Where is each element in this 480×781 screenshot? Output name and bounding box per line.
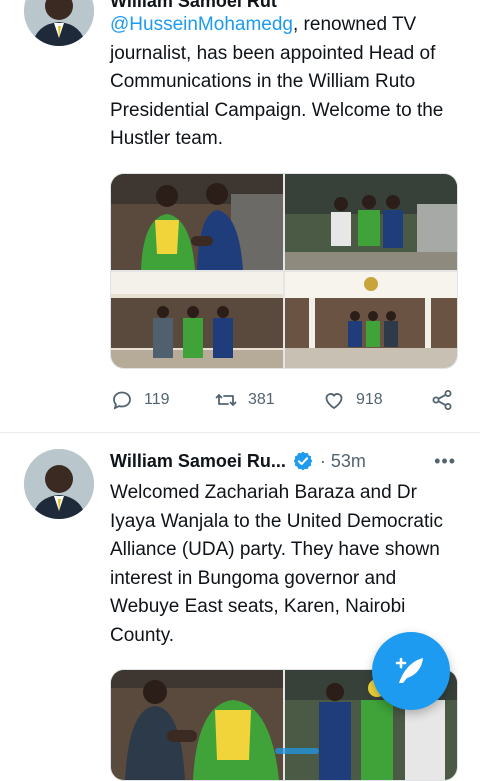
like-count: 918 [356,391,383,408]
compose-tweet-button[interactable] [372,632,450,710]
like-icon [325,393,343,410]
tweet-time[interactable]: · 53m [320,451,366,472]
reply-button[interactable]: 119 [110,385,170,415]
reply-count: 119 [144,391,170,408]
media-grid[interactable] [110,173,458,369]
author-name[interactable]: William Samoei Rut [110,0,277,12]
retweet-button[interactable]: 381 [214,385,275,415]
share-icon [432,390,452,410]
tweet-body: @HusseinMohamedg, renowned TV journalist… [110,11,460,154]
verified-icon [293,451,313,471]
compose-icon [395,657,423,683]
photo[interactable] [111,174,283,270]
more-options-button[interactable]: ••• [434,451,456,472]
photo[interactable] [111,272,283,368]
tweet[interactable]: William Samoei Rut @HusseinMohamedg, ren… [0,0,480,432]
share-button[interactable] [430,385,464,415]
photo[interactable] [285,272,457,368]
reply-icon [113,391,131,410]
photo[interactable] [285,174,457,270]
tweet-text: Welcomed Zachariah Baraza and Dr Iyaya W… [110,482,448,646]
photo[interactable] [111,670,283,780]
tweet-body: Welcomed Zachariah Baraza and Dr Iyaya W… [110,479,460,651]
bottom-nav-indicator [275,748,319,754]
mention-link[interactable]: @HusseinMohamedg [110,14,293,35]
tweet-actions: 119 381 918 [110,385,456,415]
retweet-count: 381 [248,391,275,408]
like-button[interactable]: 918 [322,385,383,415]
author-name[interactable]: William Samoei Ru... [110,451,286,472]
avatar[interactable] [24,449,94,519]
avatar[interactable] [24,0,94,46]
retweet-icon [215,394,237,406]
tweet-header: William Samoei Ru... · 53m [110,446,460,476]
